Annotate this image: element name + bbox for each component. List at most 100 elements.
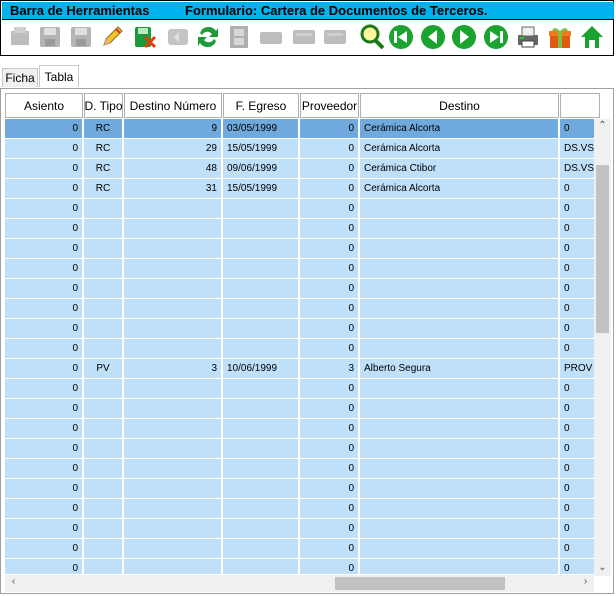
table-cell[interactable]	[84, 479, 123, 499]
home-button[interactable]	[577, 22, 607, 52]
table-cell[interactable]: Cerámica Ctibor	[360, 159, 559, 179]
table-cell[interactable]: 0	[560, 539, 594, 559]
table-cell[interactable]	[360, 299, 559, 319]
table-cell[interactable]: 0	[300, 499, 359, 519]
table-cell[interactable]	[84, 259, 123, 279]
table-cell[interactable]: Cerámica Alcorta	[360, 179, 559, 199]
table-cell[interactable]	[124, 299, 222, 319]
delete-record-button[interactable]	[130, 22, 160, 52]
search-button[interactable]	[357, 22, 387, 52]
table-cell[interactable]: 0	[5, 219, 83, 239]
table-cell[interactable]: 0	[5, 319, 83, 339]
table-cell[interactable]	[84, 459, 123, 479]
table-cell[interactable]	[223, 499, 299, 519]
table-row[interactable]: 0 0 0	[5, 219, 594, 239]
table-cell[interactable]: 0	[300, 419, 359, 439]
table-cell[interactable]	[360, 459, 559, 479]
table-cell[interactable]: 0	[560, 399, 594, 419]
table-cell[interactable]	[84, 399, 123, 419]
table-cell[interactable]	[360, 259, 559, 279]
table-cell[interactable]: 0	[300, 519, 359, 539]
table-cell[interactable]	[223, 279, 299, 299]
table-row[interactable]: 0 0 0	[5, 499, 594, 519]
table-row[interactable]: 0 0 0	[5, 479, 594, 499]
table-cell[interactable]: 0	[5, 519, 83, 539]
table-cell[interactable]: PV	[84, 359, 123, 379]
table-cell[interactable]	[360, 519, 559, 539]
table-cell[interactable]: 0	[5, 419, 83, 439]
table-cell[interactable]: 0	[5, 439, 83, 459]
table-row[interactable]: 0 RC 9 03/05/1999 0 Cerámica Alcorta 0	[5, 119, 594, 139]
scroll-right-arrow-icon[interactable]: ›	[577, 576, 594, 587]
table-cell[interactable]: 0	[5, 359, 83, 379]
table-cell[interactable]: 0	[560, 319, 594, 339]
table-cell[interactable]: 0	[300, 179, 359, 199]
table-cell[interactable]: 0	[560, 559, 594, 574]
table-cell[interactable]: 0	[5, 559, 83, 574]
table-cell[interactable]	[124, 379, 222, 399]
table-cell[interactable]: 0	[5, 199, 83, 219]
tab-ficha[interactable]: Ficha	[2, 68, 38, 87]
table-cell[interactable]	[124, 559, 222, 574]
table-cell[interactable]: 3	[300, 359, 359, 379]
table-cell[interactable]	[223, 379, 299, 399]
table-cell[interactable]	[360, 399, 559, 419]
table-cell[interactable]: 0	[5, 239, 83, 259]
table-row[interactable]: 0 0 0	[5, 379, 594, 399]
table-cell[interactable]: 0	[5, 379, 83, 399]
table-cell[interactable]	[84, 439, 123, 459]
table-cell[interactable]: 0	[5, 539, 83, 559]
edit-pencil-button[interactable]	[97, 22, 127, 52]
table-cell[interactable]: 10/06/1999	[223, 359, 299, 379]
table-cell[interactable]	[124, 199, 222, 219]
vertical-scroll-thumb[interactable]	[596, 165, 609, 333]
table-cell[interactable]: 0	[5, 339, 83, 359]
table-cell[interactable]	[223, 239, 299, 259]
table-cell[interactable]: PROV	[560, 359, 594, 379]
table-cell[interactable]: 0	[560, 339, 594, 359]
column-header[interactable]	[560, 93, 600, 118]
table-cell[interactable]: 0	[560, 519, 594, 539]
table-cell[interactable]	[223, 299, 299, 319]
table-cell[interactable]	[223, 459, 299, 479]
table-cell[interactable]: 0	[560, 299, 594, 319]
scroll-left-arrow-icon[interactable]: ‹	[5, 576, 22, 587]
table-cell[interactable]	[360, 199, 559, 219]
table-cell[interactable]: 0	[300, 279, 359, 299]
table-cell[interactable]	[124, 479, 222, 499]
table-row[interactable]: 0 0 0	[5, 419, 594, 439]
table-cell[interactable]: 0	[5, 499, 83, 519]
table-cell[interactable]	[360, 499, 559, 519]
table-row[interactable]: 0 0 0	[5, 259, 594, 279]
table-cell[interactable]: 0	[300, 319, 359, 339]
table-cell[interactable]: 09/06/1999	[223, 159, 299, 179]
table-cell[interactable]	[84, 499, 123, 519]
table-cell[interactable]	[84, 279, 123, 299]
table-row[interactable]: 0 0 0	[5, 559, 594, 574]
table-row[interactable]: 0 0 0	[5, 439, 594, 459]
table-cell[interactable]	[84, 559, 123, 574]
table-cell[interactable]	[124, 219, 222, 239]
next-record-button[interactable]	[449, 22, 479, 52]
table-cell[interactable]	[223, 419, 299, 439]
table-cell[interactable]	[360, 539, 559, 559]
vertical-scrollbar[interactable]: ⌃ ⌄	[594, 119, 611, 576]
table-cell[interactable]	[360, 479, 559, 499]
table-cell[interactable]: 0	[560, 499, 594, 519]
table-cell[interactable]: Cerámica Alcorta	[360, 139, 559, 159]
table-cell[interactable]: 0	[5, 299, 83, 319]
table-cell[interactable]: 0	[5, 159, 83, 179]
table-cell[interactable]: DS.VS	[560, 139, 594, 159]
table-cell[interactable]: 0	[300, 239, 359, 259]
table-cell[interactable]	[124, 399, 222, 419]
table-cell[interactable]: 0	[300, 399, 359, 419]
table-row[interactable]: 0 0 0	[5, 459, 594, 479]
table-cell[interactable]: 0	[300, 219, 359, 239]
table-cell[interactable]: 0	[300, 199, 359, 219]
table-row[interactable]: 0 0 0	[5, 539, 594, 559]
table-cell[interactable]	[223, 519, 299, 539]
table-row[interactable]: 0 RC 31 15/05/1999 0 Cerámica Alcorta 0	[5, 179, 594, 199]
table-cell[interactable]	[124, 239, 222, 259]
table-cell[interactable]: 0	[5, 179, 83, 199]
table-cell[interactable]: 0	[560, 219, 594, 239]
